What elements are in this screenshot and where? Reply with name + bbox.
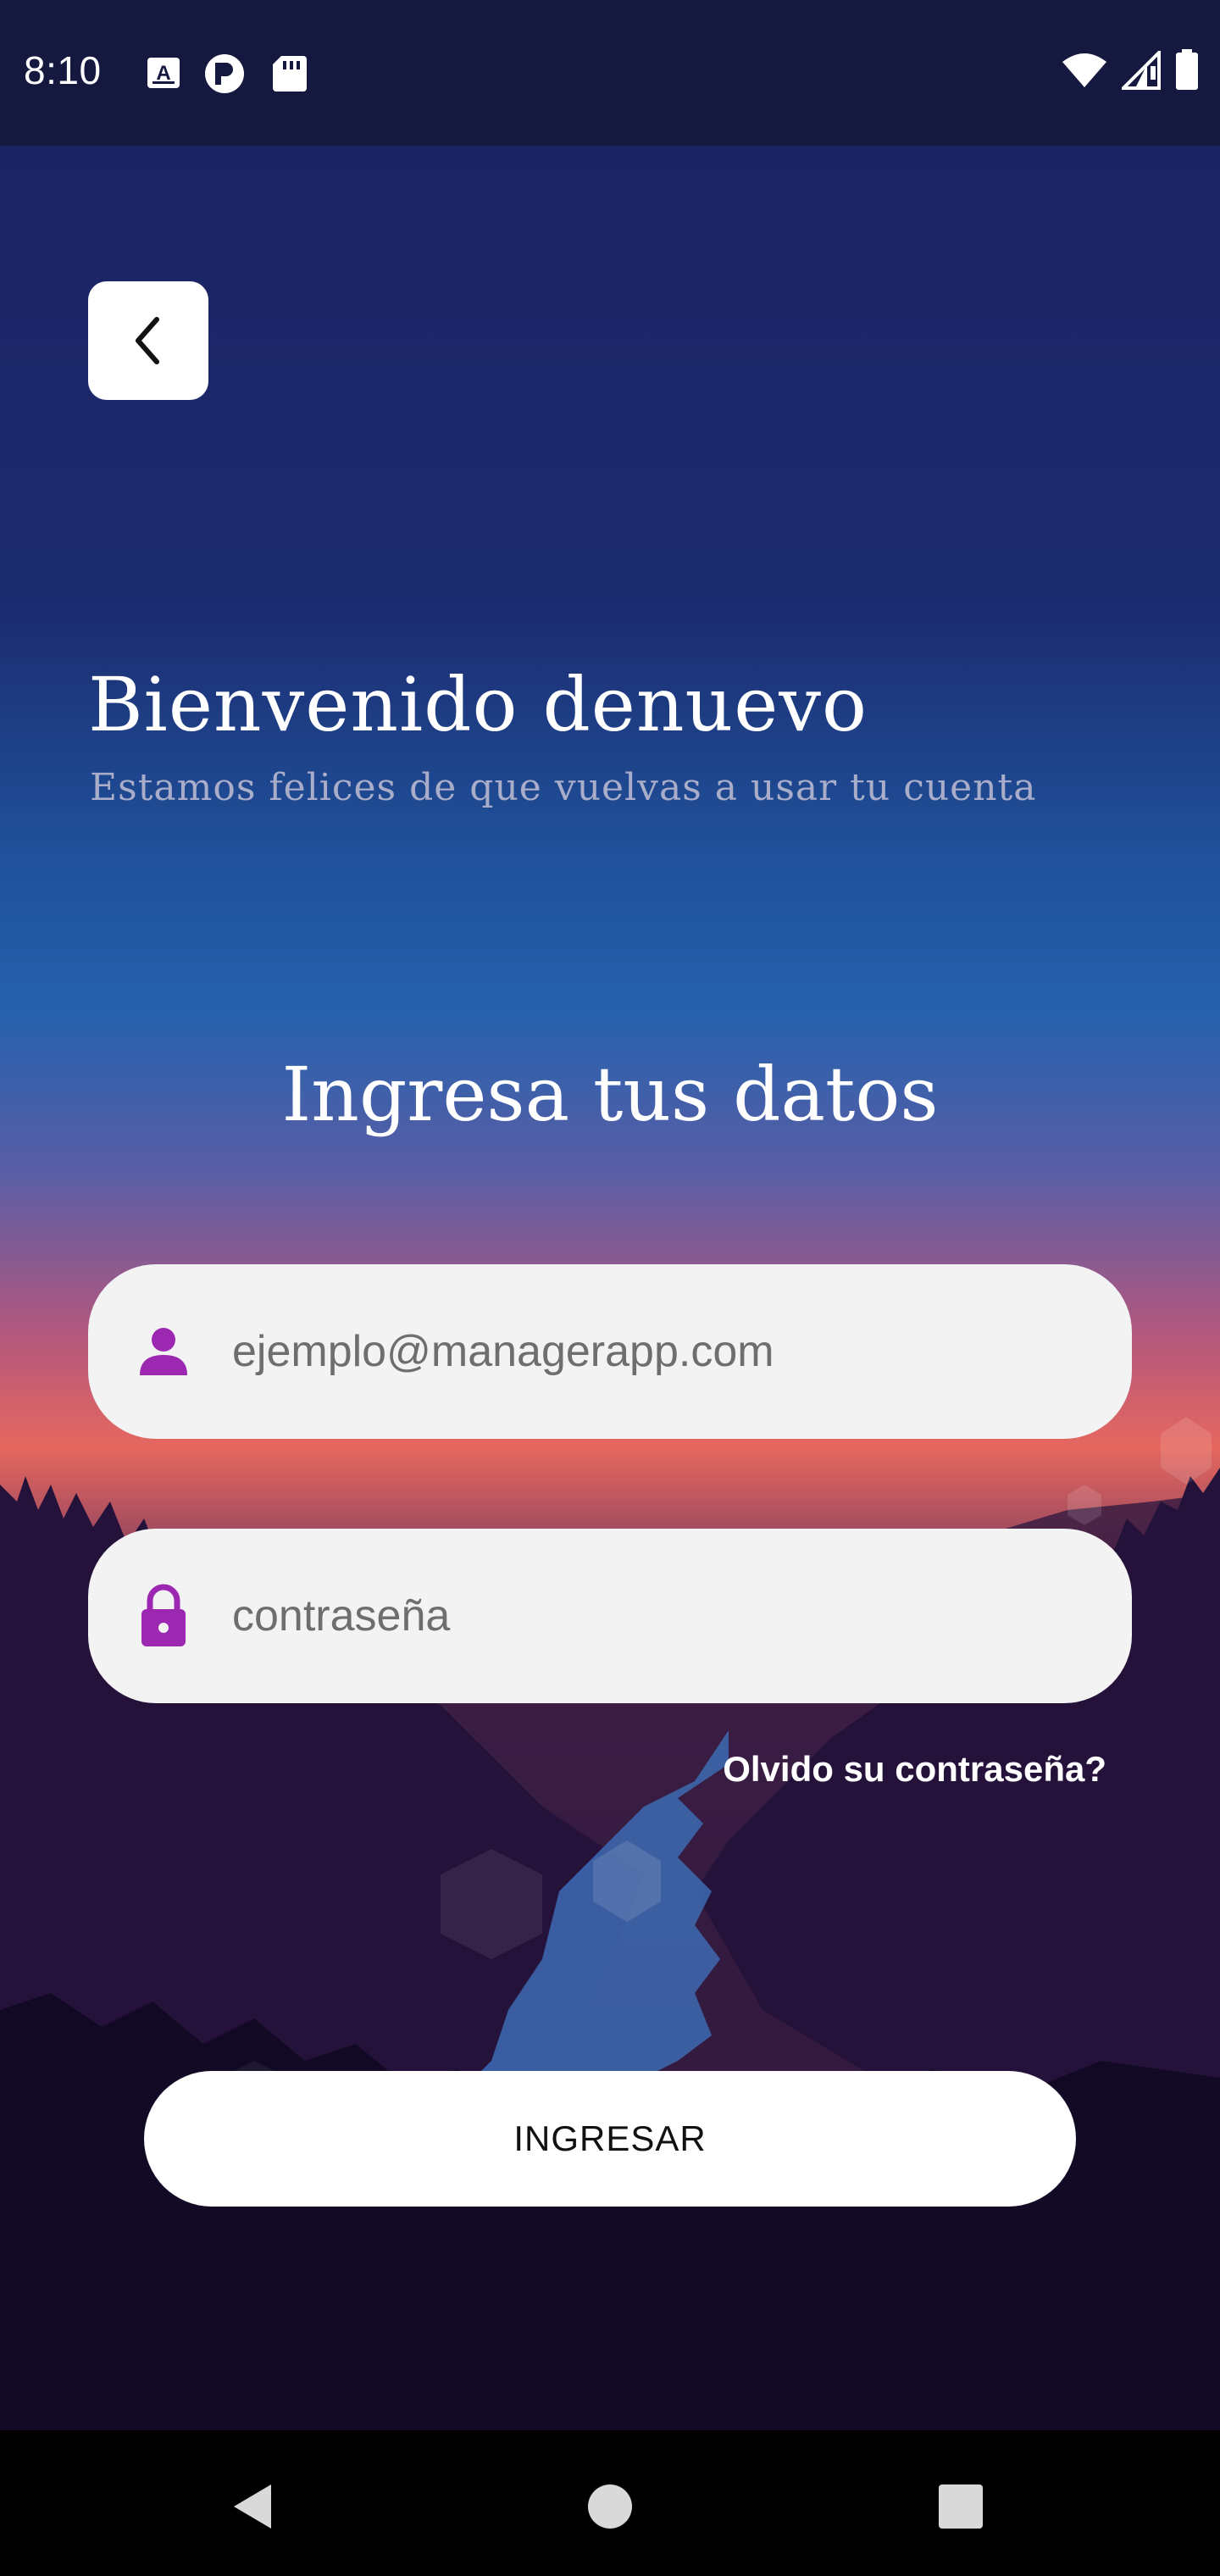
chevron-left-icon: [136, 317, 159, 364]
email-input[interactable]: [230, 1325, 1081, 1378]
status-time: 8:10: [24, 48, 102, 92]
svg-text:A: A: [156, 62, 170, 85]
sd-card-icon: [271, 53, 312, 93]
forgot-password-link[interactable]: Olvido su contraseña?: [723, 1749, 1106, 1790]
back-triangle-icon: [234, 2484, 271, 2529]
status-bar: 8:10 A: [0, 0, 1220, 146]
nav-back-button[interactable]: [220, 2473, 288, 2540]
person-icon: [134, 1318, 193, 1385]
form-section-title: Ingresa tus datos: [281, 1051, 939, 1138]
login-button[interactable]: INGRESAR: [144, 2071, 1076, 2207]
back-button[interactable]: [88, 281, 208, 400]
p-app-icon: [203, 53, 244, 93]
nav-home-button[interactable]: [576, 2473, 644, 2540]
lock-icon: [134, 1582, 193, 1650]
welcome-title: Bienvenido denuevo: [88, 661, 868, 748]
email-field[interactable]: [88, 1264, 1132, 1439]
home-circle-icon: [588, 2484, 632, 2529]
login-screen: 8:10 A Bienvenido denuevo Estamos felice…: [0, 0, 1220, 2576]
recents-square-icon: [939, 2484, 983, 2529]
battery-icon: [1174, 48, 1200, 96]
password-input[interactable]: [230, 1590, 1081, 1642]
wifi-icon: [1061, 52, 1108, 93]
nav-recents-button[interactable]: [927, 2473, 995, 2540]
system-status-icons: [1061, 47, 1200, 96]
welcome-subtitle: Estamos felices de que vuelvas a usar tu…: [90, 766, 1037, 809]
navigation-bar: [0, 2430, 1220, 2576]
signal-icon: [1119, 47, 1161, 94]
a-keyboard-icon: A: [144, 53, 185, 93]
password-field[interactable]: [88, 1529, 1132, 1703]
